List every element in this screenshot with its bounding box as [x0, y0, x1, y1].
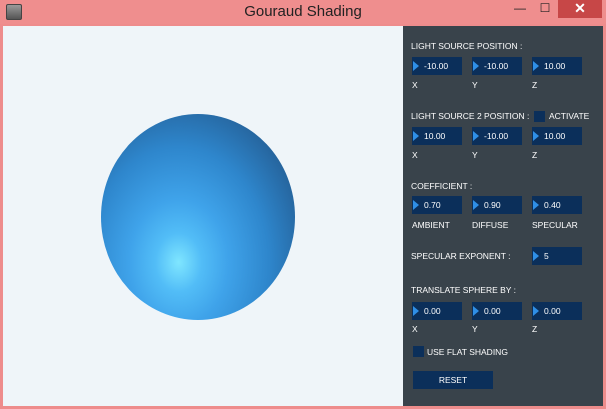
- light2-z-label: Z: [532, 150, 538, 160]
- light1-x-label: X: [412, 80, 418, 90]
- light1-y-label: Y: [472, 80, 478, 90]
- ambient-field[interactable]: 0.70: [412, 196, 462, 214]
- spin-arrow-icon: [533, 200, 539, 210]
- spin-arrow-icon: [473, 200, 479, 210]
- spin-arrow-icon: [473, 131, 479, 141]
- control-panel: LIGHT SOURCE POSITION : -10.00 -10.00 10…: [403, 26, 603, 406]
- spin-arrow-icon: [413, 61, 419, 71]
- specular-field[interactable]: 0.40: [532, 196, 582, 214]
- specular-label: SPECULAR: [532, 220, 578, 230]
- close-button[interactable]: ✕: [558, 0, 602, 18]
- flat-shading-checkbox[interactable]: [413, 346, 424, 357]
- translate-x-field[interactable]: 0.00: [412, 302, 462, 320]
- spin-arrow-icon: [413, 306, 419, 316]
- translate-z-label: Z: [532, 324, 538, 334]
- specular-exponent-label: SPECULAR EXPONENT :: [411, 251, 511, 261]
- spin-arrow-icon: [473, 61, 479, 71]
- flat-shading-label: USE FLAT SHADING: [427, 347, 508, 357]
- reset-button[interactable]: RESET: [413, 371, 493, 389]
- light1-y-field[interactable]: -10.00: [472, 57, 522, 75]
- light2-z-field[interactable]: 10.00: [532, 127, 582, 145]
- light2-x-label: X: [412, 150, 418, 160]
- spin-arrow-icon: [533, 251, 539, 261]
- render-canvas[interactable]: [3, 26, 403, 406]
- translate-y-label: Y: [472, 324, 478, 334]
- light1-z-field[interactable]: 10.00: [532, 57, 582, 75]
- translate-z-field[interactable]: 0.00: [532, 302, 582, 320]
- light2-y-field[interactable]: -10.00: [472, 127, 522, 145]
- spin-arrow-icon: [533, 131, 539, 141]
- activate-label: ACTIVATE: [549, 111, 590, 121]
- spin-arrow-icon: [473, 306, 479, 316]
- translate-heading: TRANSLATE SPHERE BY :: [411, 285, 517, 295]
- spin-arrow-icon: [413, 200, 419, 210]
- coefficient-heading: COEFFICIENT :: [411, 181, 473, 191]
- spin-arrow-icon: [413, 131, 419, 141]
- diffuse-label: DIFFUSE: [472, 220, 509, 230]
- maximize-button[interactable]: ☐: [533, 0, 557, 18]
- translate-x-label: X: [412, 324, 418, 334]
- spin-arrow-icon: [533, 306, 539, 316]
- title-bar: Gouraud Shading — ☐ ✕: [0, 0, 606, 24]
- light2-heading: LIGHT SOURCE 2 POSITION :: [411, 111, 530, 121]
- light2-y-label: Y: [472, 150, 478, 160]
- spin-arrow-icon: [533, 61, 539, 71]
- shaded-sphere: [101, 114, 295, 320]
- specular-exponent-field[interactable]: 5: [532, 247, 582, 265]
- light1-z-label: Z: [532, 80, 538, 90]
- ambient-label: AMBIENT: [412, 220, 450, 230]
- activate-checkbox[interactable]: [534, 111, 545, 122]
- minimize-button[interactable]: —: [509, 0, 531, 18]
- light1-x-field[interactable]: -10.00: [412, 57, 462, 75]
- light1-heading: LIGHT SOURCE POSITION :: [411, 41, 523, 51]
- translate-y-field[interactable]: 0.00: [472, 302, 522, 320]
- app-window: Gouraud Shading — ☐ ✕ LIGHT SOURCE POSIT…: [0, 0, 606, 409]
- diffuse-field[interactable]: 0.90: [472, 196, 522, 214]
- light2-x-field[interactable]: 10.00: [412, 127, 462, 145]
